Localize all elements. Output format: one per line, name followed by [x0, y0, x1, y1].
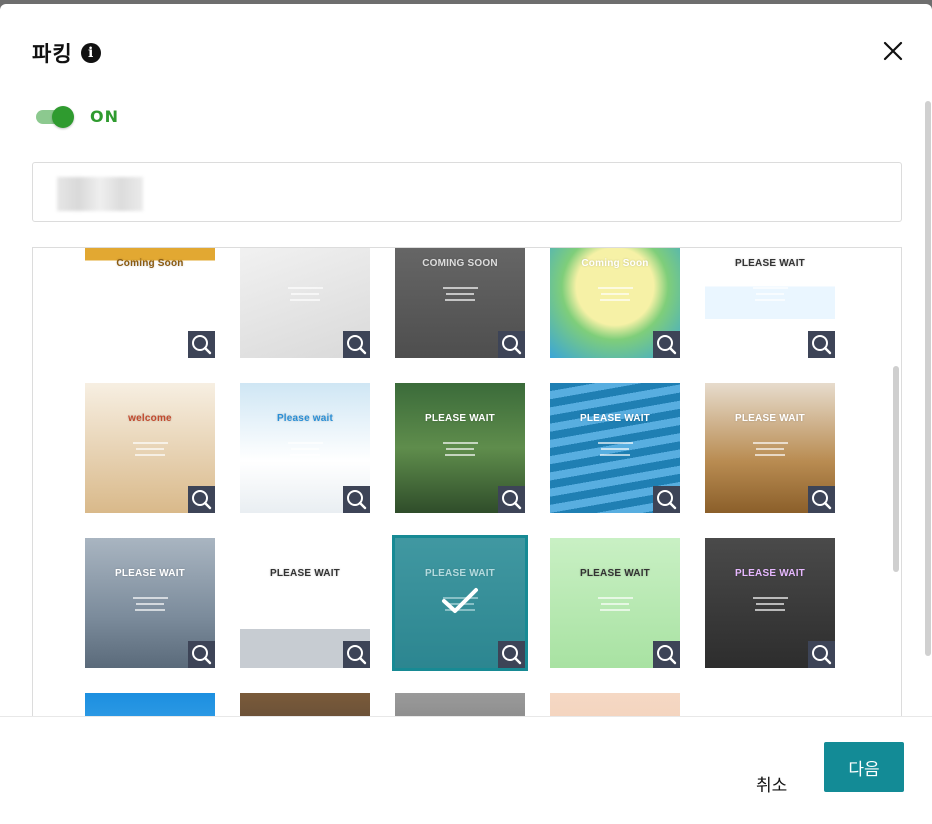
parking-toggle-row: ON [36, 105, 119, 128]
template-tile[interactable]: PLEASE WAIT [395, 383, 525, 513]
template-body-lines [125, 438, 175, 460]
preview-zoom-button[interactable] [343, 486, 370, 513]
parking-toggle[interactable] [36, 105, 74, 128]
template-tile[interactable]: PLEASE WAIT [705, 538, 835, 668]
template-heading: PLEASE WAIT [580, 413, 650, 424]
template-body-lines [435, 283, 485, 305]
cancel-button[interactable]: 취소 [756, 771, 787, 796]
gallery-scrollbar[interactable] [893, 366, 899, 572]
template-tile[interactable]: PLEASE WAIT [705, 248, 835, 358]
template-tile[interactable]: PLEASE WAIT [550, 538, 680, 668]
template-heading: Coming Soon [116, 258, 184, 269]
template-heading: PLEASE WAIT [735, 568, 805, 579]
template-heading: PLEASE WAIT [115, 568, 185, 579]
close-icon [883, 41, 903, 61]
parking-dialog: 파킹 i ON Coming Soon COMING SOON Coming Soo… [0, 4, 932, 824]
magnifier-icon [347, 645, 367, 665]
template-tile[interactable]: Coming Soon [85, 248, 215, 358]
template-tile[interactable]: PLEASE WAIT [705, 383, 835, 513]
template-body-lines [125, 283, 175, 305]
template-body-lines [590, 438, 640, 460]
preview-zoom-button[interactable] [808, 331, 835, 358]
preview-zoom-button[interactable] [188, 486, 215, 513]
template-tile[interactable]: PLEASE WAIT [240, 538, 370, 668]
magnifier-icon [192, 490, 212, 510]
preview-zoom-button[interactable] [808, 486, 835, 513]
dialog-header: 파킹 i [32, 38, 101, 68]
template-body-lines [590, 283, 640, 305]
preview-zoom-button[interactable] [498, 486, 525, 513]
template-heading: Coming Soon [581, 258, 649, 269]
preview-zoom-button[interactable] [808, 641, 835, 668]
magnifier-icon [812, 335, 832, 355]
template-heading: welcome [128, 413, 172, 424]
template-tile[interactable] [240, 248, 370, 358]
template-gallery[interactable]: Coming Soon COMING SOON Coming Soon PLEASE … [32, 247, 902, 719]
dialog-footer: 취소 [0, 716, 932, 824]
template-body-lines [745, 283, 795, 305]
template-heading: Please wait [276, 413, 334, 424]
magnifier-icon [812, 645, 832, 665]
preview-zoom-button[interactable] [653, 641, 680, 668]
preview-zoom-button[interactable] [343, 331, 370, 358]
template-heading: PLEASE WAIT [425, 413, 495, 424]
template-heading: PLEASE WAIT [735, 258, 805, 269]
magnifier-icon [502, 335, 522, 355]
check-icon [442, 588, 478, 613]
preview-zoom-button[interactable] [653, 331, 680, 358]
magnifier-icon [347, 490, 367, 510]
template-tile[interactable]: welcome [85, 383, 215, 513]
template-body-lines [280, 438, 330, 460]
template-heading: PLEASE WAIT [580, 568, 650, 579]
magnifier-icon [347, 335, 367, 355]
toggle-knob [52, 105, 74, 128]
magnifier-icon [657, 645, 677, 665]
blurred-value [57, 177, 143, 211]
preview-zoom-button[interactable] [188, 331, 215, 358]
template-tile[interactable]: PLEASE WAIT [550, 383, 680, 513]
parking-name-field[interactable] [32, 162, 902, 222]
template-tile[interactable]: Coming Soon [550, 248, 680, 358]
template-body-lines [745, 593, 795, 615]
template-body-lines [280, 283, 330, 305]
template-body-lines [125, 593, 175, 615]
preview-zoom-button[interactable] [498, 331, 525, 358]
info-icon[interactable]: i [80, 43, 101, 63]
template-body-lines [435, 438, 485, 460]
next-button[interactable]: 다음 [824, 742, 904, 792]
template-heading: PLEASE WAIT [735, 413, 805, 424]
magnifier-icon [812, 490, 832, 510]
magnifier-icon [657, 490, 677, 510]
preview-zoom-button[interactable] [343, 641, 370, 668]
preview-zoom-button[interactable] [498, 641, 525, 668]
preview-zoom-button[interactable] [653, 486, 680, 513]
template-tile[interactable]: PLEASE WAIT [85, 538, 215, 668]
template-body-lines [590, 593, 640, 615]
magnifier-icon [502, 490, 522, 510]
magnifier-icon [192, 645, 212, 665]
close-button[interactable] [882, 40, 904, 62]
dialog-title: 파킹 [32, 42, 73, 66]
dialog-scrollbar[interactable] [925, 101, 931, 656]
template-heading: PLEASE WAIT [270, 568, 340, 579]
template-tile[interactable]: Please wait [240, 383, 370, 513]
magnifier-icon [657, 335, 677, 355]
toggle-label: ON [90, 107, 119, 126]
magnifier-icon [502, 645, 522, 665]
template-heading: COMING SOON [422, 258, 498, 269]
magnifier-icon [192, 335, 212, 355]
preview-zoom-button[interactable] [188, 641, 215, 668]
template-tile[interactable]: COMING SOON [395, 248, 525, 358]
template-body-lines [280, 593, 330, 615]
template-body-lines [745, 438, 795, 460]
template-tile[interactable]: PLEASE WAIT [392, 535, 528, 671]
